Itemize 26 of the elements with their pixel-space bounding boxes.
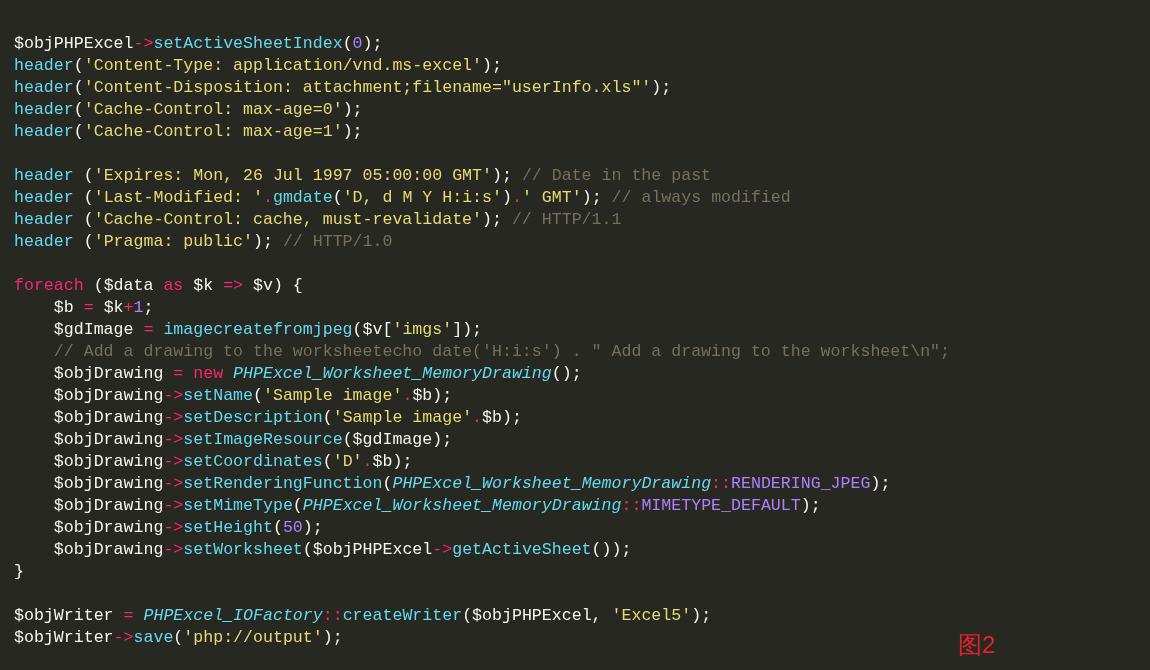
code-line: $b = $k+1; bbox=[52, 297, 154, 319]
code-line: $objDrawing = new PHPExcel_Worksheet_MemoryDrawing(); bbox=[52, 363, 582, 385]
code-line: header('Cache-Control: max-age=0'); bbox=[14, 99, 363, 121]
code-line: $objDrawing->setName('Sample image'.$b); bbox=[52, 385, 453, 407]
figure-label: 图2 bbox=[958, 631, 996, 659]
code-line: // Add a drawing to the worksheetecho date('H:i:s') . " Add a drawing to the worksheet\n"; bbox=[52, 341, 951, 363]
code-line: header ('Pragma: public'); // HTTP/1.0 bbox=[14, 231, 393, 253]
code-line: $objPHPExcel->setActiveSheetIndex(0); bbox=[14, 33, 383, 55]
code-line: $objDrawing->setRenderingFunction(PHPExcel_Worksheet_MemoryDrawing::RENDERING_JPEG); bbox=[52, 473, 891, 495]
code-line: $objDrawing->setImageResource($gdImage); bbox=[52, 429, 453, 451]
code-line: $objWriter = PHPExcel_IOFactory::createWriter($objPHPExcel, 'Excel5'); bbox=[14, 605, 712, 627]
code-line: $objDrawing->setDescription('Sample image'.$b); bbox=[52, 407, 522, 429]
code-line: $objDrawing->setCoordinates('D'.$b); bbox=[52, 451, 413, 473]
code-line: header('Cache-Control: max-age=1'); bbox=[14, 121, 363, 143]
code-line: $objWriter->save('php://output'); bbox=[14, 627, 343, 649]
code-line: header('Content-Disposition: attachment;filename="userInfo.xls"'); bbox=[14, 77, 672, 99]
code-line: header ('Expires: Mon, 26 Jul 1997 05:00:00 GMT'); // Date in the past bbox=[14, 165, 712, 187]
code-line: header ('Last-Modified: '.gmdate('D, d M Y H:i:s').' GMT'); // always modified bbox=[14, 187, 791, 209]
code-line: header ('Cache-Control: cache, must-revalidate'); // HTTP/1.1 bbox=[14, 209, 622, 231]
code-line: header('Content-Type: application/vnd.ms-excel'); bbox=[14, 55, 502, 77]
code-line: } bbox=[14, 561, 24, 583]
code-line: $objDrawing->setWorksheet($objPHPExcel->getActiveSheet()); bbox=[52, 539, 632, 561]
code-line: $gdImage = imagecreatefromjpeg($v['imgs']); bbox=[52, 319, 483, 341]
code-line: foreach ($data as $k => $v) { bbox=[14, 275, 303, 297]
code-line: $objDrawing->setHeight(50); bbox=[52, 517, 323, 539]
code-line: $objDrawing->setMimeType(PHPExcel_Worksheet_MemoryDrawing::MIMETYPE_DEFAULT); bbox=[52, 495, 821, 517]
